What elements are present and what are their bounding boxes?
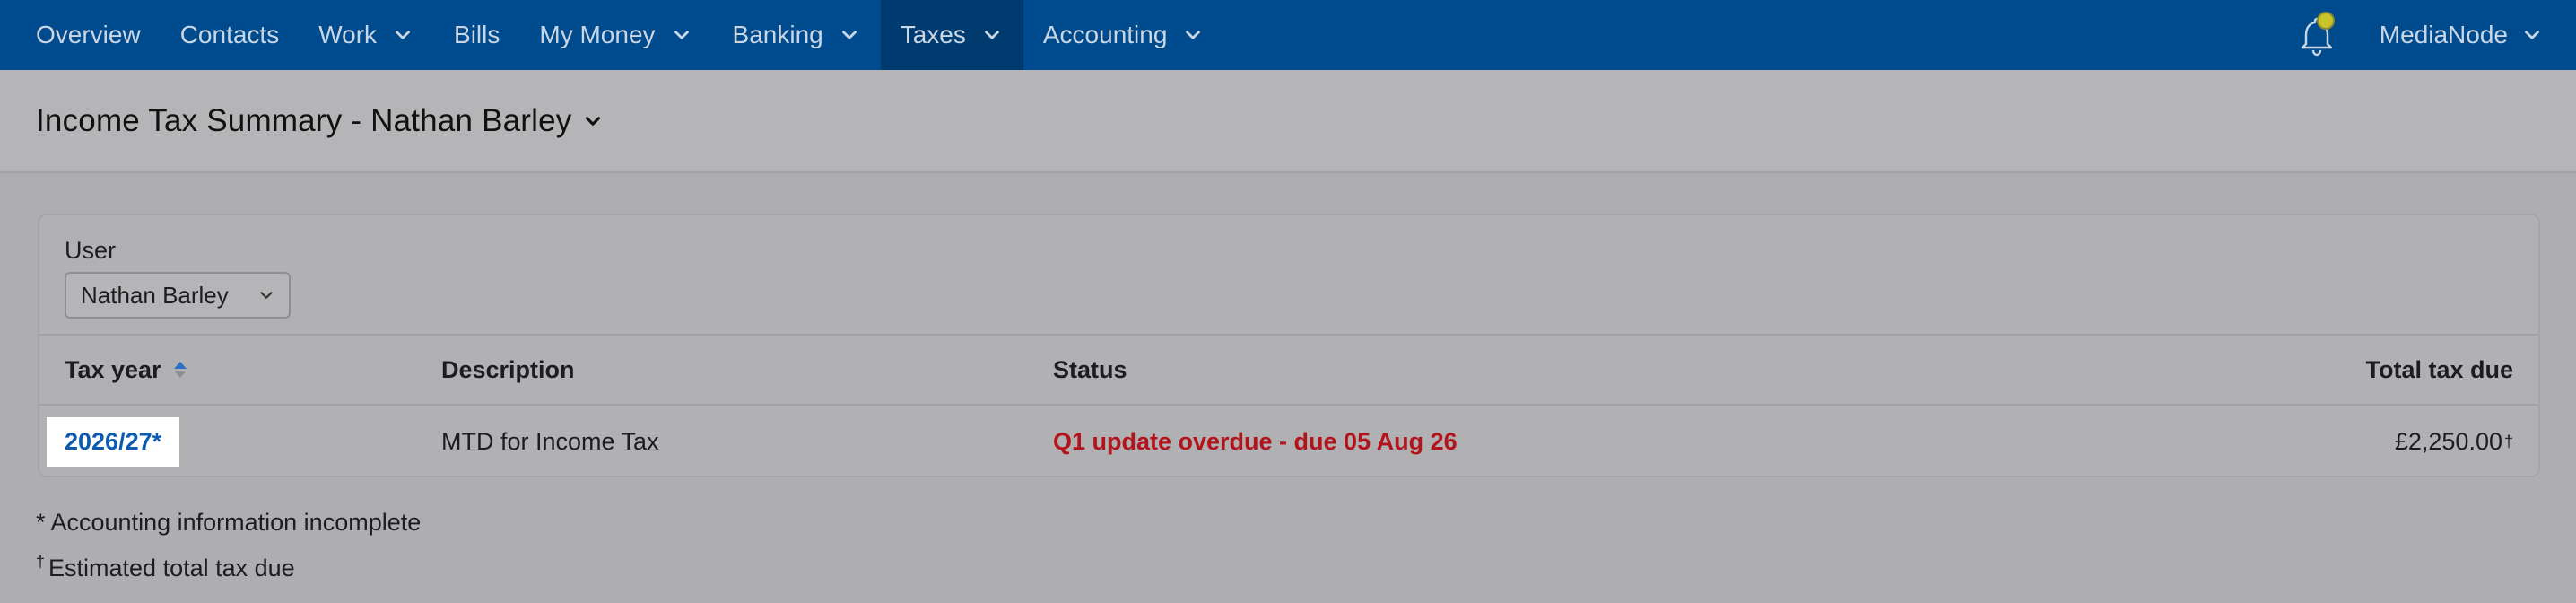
user-select[interactable]: Nathan Barley — [65, 272, 291, 319]
table-row: 2026/27* MTD for Income Tax Q1 update ov… — [39, 406, 2538, 476]
nav-item-my-money[interactable]: My Money — [519, 0, 712, 70]
nav-label: Accounting — [1042, 21, 1168, 48]
total-amount: £2,250.00 — [2394, 427, 2502, 455]
user-filter: User Nathan Barley — [65, 237, 291, 319]
cell-tax-year: 2026/27* — [47, 406, 180, 476]
notifications-button[interactable] — [2288, 8, 2342, 62]
nav-item-contacts[interactable]: Contacts — [161, 0, 300, 70]
cell-description: MTD for Income Tax — [441, 427, 659, 455]
page-header: Income Tax Summary - Nathan Barley — [0, 70, 2576, 173]
nav-item-banking[interactable]: Banking — [713, 0, 881, 70]
chevron-down-icon — [1186, 31, 1201, 39]
nav-item-accounting[interactable]: Accounting — [1023, 0, 1225, 70]
nav-item-bills[interactable]: Bills — [434, 0, 519, 70]
nav-item-work[interactable]: Work — [299, 0, 434, 70]
tax-years-table: Tax year Description Status Total tax du… — [39, 334, 2538, 476]
nav-label: My Money — [539, 21, 656, 48]
dagger-mark: † — [2503, 432, 2513, 450]
sort-icon[interactable] — [170, 358, 190, 381]
bell-icon — [2301, 12, 2335, 57]
nav-label: Bills — [454, 21, 500, 48]
footnote-accounting: * Accounting information incomplete — [36, 509, 422, 536]
account-menu[interactable]: MediaNode — [2380, 21, 2544, 49]
header-tax-year-label: Tax year — [65, 355, 161, 383]
tax-year-link[interactable]: 2026/27* — [47, 416, 180, 467]
nav-label: Banking — [732, 21, 823, 48]
footnote-estimated: † Estimated total tax due — [36, 542, 421, 588]
chevron-down-icon — [2525, 31, 2539, 39]
header-status: Status — [1053, 355, 1127, 383]
nav-item-overview[interactable]: Overview — [16, 0, 161, 70]
header-description: Description — [441, 355, 575, 383]
chevron-down-icon — [841, 31, 857, 39]
header-tax-year[interactable]: Tax year — [65, 336, 190, 404]
table-header-row: Tax year Description Status Total tax du… — [39, 334, 2538, 406]
nav-item-taxes[interactable]: Taxes — [880, 0, 1023, 70]
top-navigation: Overview Contacts Work Bills My Money Ba… — [0, 0, 2576, 70]
header-total-tax-due: Total tax due — [2365, 355, 2513, 383]
nav-label: Work — [318, 21, 378, 48]
chevron-down-icon — [984, 31, 999, 39]
nav-label: Taxes — [900, 21, 966, 48]
cell-total-tax-due: £2,250.00 † — [2394, 406, 2513, 476]
chevron-down-icon[interactable] — [581, 109, 605, 133]
user-select-value: Nathan Barley — [81, 281, 229, 309]
dagger-mark: † — [36, 553, 46, 571]
chevron-down-icon — [674, 31, 689, 39]
nav-right: MediaNode — [2288, 0, 2576, 70]
footnotes: * Accounting information incomplete † Est… — [36, 502, 421, 588]
tax-summary-card: User Nathan Barley Tax year Description … — [38, 214, 2540, 477]
page-title: Income Tax Summary - Nathan Barley — [36, 102, 572, 138]
nav-label: Overview — [36, 21, 141, 48]
cell-status: Q1 update overdue - due 05 Aug 26 — [1053, 427, 1458, 455]
user-label: User — [65, 237, 117, 264]
nav-label: Contacts — [179, 21, 280, 48]
account-name: MediaNode — [2379, 21, 2508, 48]
chevron-down-icon — [396, 31, 410, 39]
chevron-down-icon — [260, 292, 273, 299]
footnote-estimated-text: Estimated total tax due — [48, 555, 295, 581]
